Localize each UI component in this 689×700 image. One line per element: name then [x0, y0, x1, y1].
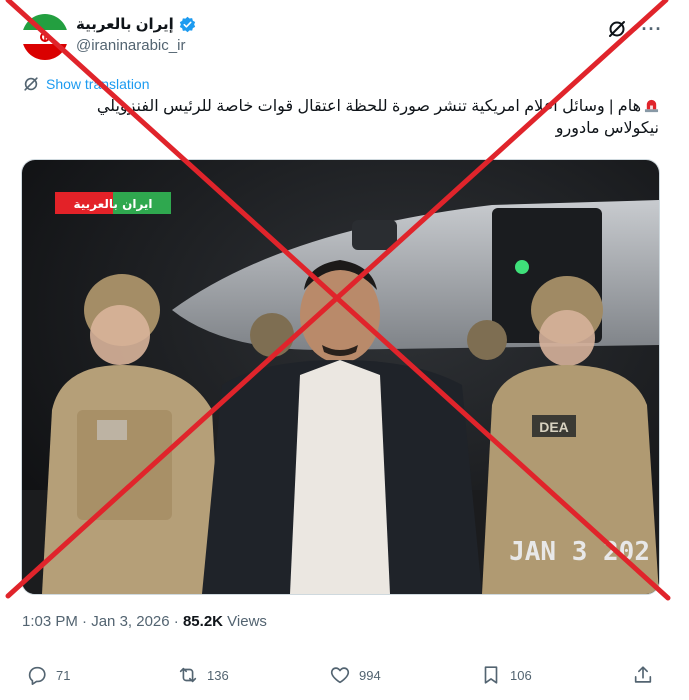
like-button[interactable]: 994 [329, 664, 381, 686]
tweet-meta: 1:03 PM · Jan 3, 2026 · 85.2K Views [22, 613, 267, 630]
bookmark-icon [484, 666, 498, 684]
meta-separator: · [82, 613, 88, 630]
views-count[interactable]: 85.2K [183, 613, 223, 630]
heart-icon [330, 667, 350, 684]
display-name[interactable]: إيران بالعربية [76, 15, 174, 33]
tweet-time[interactable]: 1:03 PM [22, 613, 78, 630]
media-watermark: ایران بالعربیة [73, 197, 152, 211]
show-translation-label[interactable]: Show translation [46, 76, 150, 92]
date-stamp: JAN 3 202 [509, 537, 650, 567]
like-count: 994 [359, 667, 381, 683]
share-icon [634, 666, 652, 683]
tweet-card: إيران بالعربية @iraninarabic_ir ··· Show… [0, 0, 689, 700]
grok-translate-icon [24, 77, 38, 91]
grok-logo-icon [609, 21, 625, 37]
bookmark-count: 106 [510, 667, 532, 683]
tweet-text: هام | وسائل اعلام امريكية تنشر صورة للحظ… [39, 96, 659, 140]
share-button[interactable] [632, 664, 654, 686]
action-bar: 71 136 994 106 [0, 664, 689, 688]
reply-count: 71 [56, 667, 71, 683]
reply-icon [28, 666, 46, 685]
arrest-photo: DEA ایران بالعربیة JAN 3 202 [22, 160, 659, 594]
account-handle[interactable]: @iraninarabic_ir [76, 37, 185, 54]
repost-count: 136 [207, 667, 229, 683]
dea-patch: DEA [539, 419, 569, 435]
avatar[interactable] [22, 14, 68, 60]
meta-separator-2: · [173, 613, 179, 630]
police-siren-emoji [644, 99, 659, 113]
bookmark-button[interactable]: 106 [480, 664, 532, 686]
views-label: Views [227, 613, 267, 630]
reply-button[interactable]: 71 [26, 664, 70, 686]
repost-button[interactable]: 136 [177, 664, 229, 686]
repost-icon [179, 667, 197, 683]
grok-icon[interactable] [604, 16, 630, 42]
show-translation-link[interactable]: Show translation [22, 75, 150, 93]
iran-flag-icon [22, 14, 68, 60]
tweet-media[interactable]: DEA ایران بالعربیة JAN 3 202 [21, 159, 660, 595]
tweet-body: هام | وسائل اعلام امريكية تنشر صورة للحظ… [96, 98, 659, 137]
display-name-row[interactable]: إيران بالعربية [76, 15, 196, 33]
more-options-icon[interactable]: ··· [636, 16, 668, 42]
verified-badge-icon [179, 16, 195, 32]
tweet-date[interactable]: Jan 3, 2026 [91, 613, 169, 630]
